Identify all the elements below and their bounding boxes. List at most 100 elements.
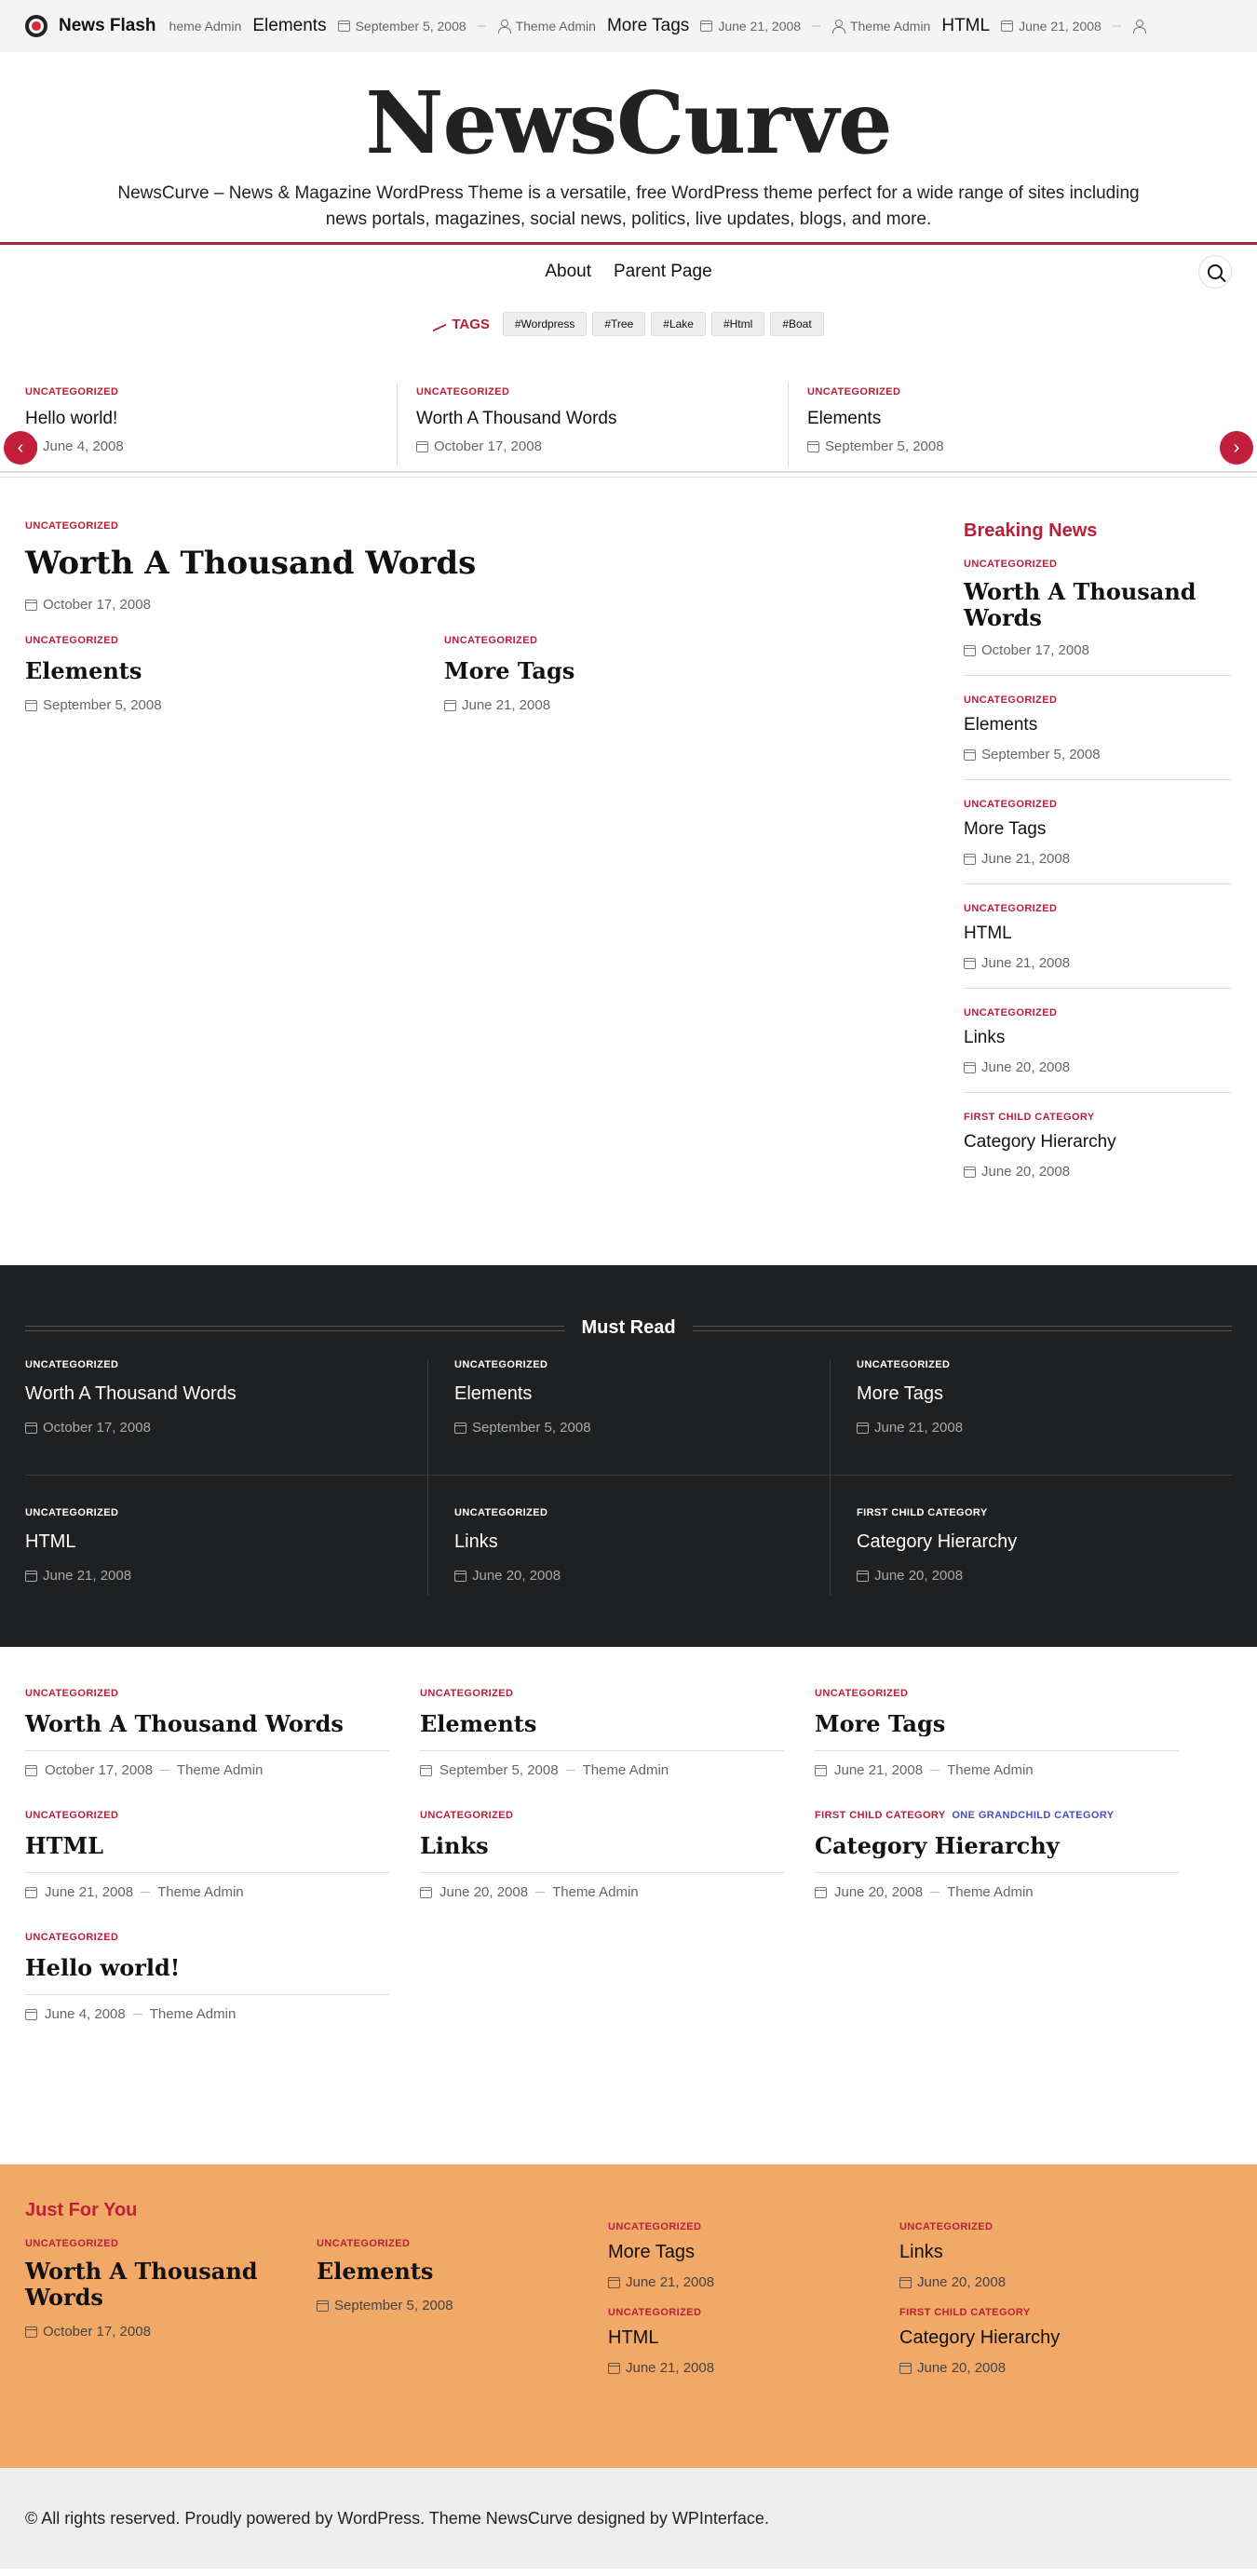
category-label[interactable]: UNCATEGORIZED	[608, 2307, 899, 2318]
post-date: June 21, 2008	[608, 2274, 899, 2290]
category-label[interactable]: UNCATEGORIZED	[964, 799, 1232, 810]
category-label[interactable]: UNCATEGORIZED	[857, 1359, 1213, 1370]
category-label[interactable]: UNCATEGORIZED	[454, 1507, 811, 1518]
category-label[interactable]: UNCATEGORIZED	[25, 520, 863, 532]
category-label[interactable]: UNCATEGORIZED	[25, 1932, 118, 1943]
post-title[interactable]: HTML	[608, 2327, 899, 2349]
post-title[interactable]: Elements	[25, 657, 444, 684]
post-title[interactable]: Category Hierarchy	[964, 1132, 1232, 1153]
calendar-icon	[337, 20, 350, 32]
category-label[interactable]: UNCATEGORIZED	[444, 635, 863, 646]
nav-item-parent-page[interactable]: Parent Page	[614, 262, 712, 282]
search-button[interactable]	[1198, 255, 1232, 289]
post-author[interactable]: Theme Admin	[552, 1884, 639, 1900]
category-label[interactable]: UNCATEGORIZED	[815, 1688, 908, 1699]
post-title[interactable]: More Tags	[608, 2242, 899, 2263]
post-title[interactable]: Elements	[964, 715, 1232, 735]
post-title[interactable]: Category Hierarchy	[899, 2327, 1191, 2349]
post-author[interactable]: Theme Admin	[150, 2006, 237, 2022]
slide-title[interactable]: Hello world!	[25, 409, 378, 429]
calendar-icon	[964, 644, 976, 656]
post-title[interactable]: More Tags	[964, 819, 1232, 840]
post-title[interactable]: Worth A Thousand Words	[25, 1710, 390, 1751]
post-title[interactable]: HTML	[25, 1832, 390, 1873]
post-title[interactable]: Worth A Thousand Words	[964, 579, 1232, 631]
tag-link[interactable]: #Html	[710, 312, 765, 336]
category-label[interactable]: UNCATEGORIZED	[964, 559, 1232, 570]
category-label[interactable]: UNCATEGORIZED	[25, 1688, 118, 1699]
category-label[interactable]: UNCATEGORIZED	[25, 1810, 118, 1821]
category-label[interactable]: UNCATEGORIZED	[420, 1688, 513, 1699]
category-label[interactable]: UNCATEGORIZED	[25, 1359, 409, 1370]
ticker-title[interactable]: Elements	[252, 16, 326, 36]
post-title[interactable]: HTML	[964, 924, 1232, 944]
post-title[interactable]: Elements	[317, 2259, 608, 2285]
calendar-icon	[420, 1764, 432, 1776]
post-title[interactable]: Links	[964, 1028, 1232, 1048]
ticker-author[interactable]: Theme Admin	[497, 19, 596, 34]
ticker-author[interactable]: Theme Admin	[831, 19, 930, 34]
tag-link[interactable]: #Tree	[592, 312, 646, 336]
post-date: June 20, 2008	[857, 1568, 1213, 1584]
site-tagline: NewsCurve – News & Magazine WordPress Th…	[117, 183, 1140, 229]
slide-title[interactable]: Elements	[807, 409, 1161, 429]
post-date: June 20, 2008	[454, 1568, 811, 1584]
post-title[interactable]: Category Hierarchy	[815, 1832, 1180, 1873]
category-label[interactable]: UNCATEGORIZED	[807, 386, 1161, 398]
category-label[interactable]: UNCATEGORIZED	[317, 2238, 608, 2249]
ticker-title[interactable]: More Tags	[607, 16, 689, 36]
calendar-icon	[454, 1570, 466, 1582]
category-label[interactable]: ONE GRANDCHILD CATEGORY	[952, 1810, 1114, 1821]
category-label[interactable]: FIRST CHILD CATEGORY	[857, 1507, 1213, 1518]
post-author[interactable]: Theme Admin	[157, 1884, 244, 1900]
post-title[interactable]: Worth A Thousand Words	[25, 1383, 409, 1405]
tag-link[interactable]: #Lake	[651, 312, 706, 336]
post-title[interactable]: More Tags	[815, 1710, 1180, 1751]
post-author[interactable]: Theme Admin	[177, 1762, 264, 1778]
category-label[interactable]: FIRST CHILD CATEGORY	[815, 1810, 945, 1821]
ticker-title[interactable]: HTML	[941, 16, 990, 36]
calendar-icon	[25, 1422, 37, 1434]
category-label[interactable]: FIRST CHILD CATEGORY	[899, 2307, 1191, 2318]
category-label[interactable]: UNCATEGORIZED	[899, 2221, 1191, 2232]
post-title[interactable]: Worth A Thousand Words	[25, 2259, 317, 2311]
tag-link[interactable]: #Boat	[770, 312, 824, 336]
must-read-item: UNCATEGORIZED More Tags June 21, 2008	[830, 1359, 1232, 1475]
slide-title[interactable]: Worth A Thousand Words	[416, 409, 769, 429]
category-label[interactable]: UNCATEGORIZED	[25, 2238, 317, 2249]
nav-item-about[interactable]: About	[545, 262, 591, 282]
category-label[interactable]: UNCATEGORIZED	[964, 1007, 1232, 1018]
category-label[interactable]: UNCATEGORIZED	[454, 1359, 811, 1370]
category-label[interactable]: UNCATEGORIZED	[25, 386, 378, 398]
category-label[interactable]: UNCATEGORIZED	[25, 635, 444, 646]
category-label[interactable]: UNCATEGORIZED	[25, 1507, 409, 1518]
post-title[interactable]: More Tags	[857, 1383, 1213, 1405]
ticker-author[interactable]	[1132, 20, 1146, 34]
category-label[interactable]: UNCATEGORIZED	[416, 386, 769, 398]
post-author[interactable]: Theme Admin	[947, 1762, 1034, 1778]
site-title[interactable]: NewsCurve	[0, 71, 1257, 175]
post-title[interactable]: Hello world!	[25, 1954, 390, 1995]
post-title[interactable]: More Tags	[444, 657, 863, 684]
post-title[interactable]: Links	[454, 1531, 811, 1553]
category-label[interactable]: UNCATEGORIZED	[420, 1810, 513, 1821]
category-label[interactable]: UNCATEGORIZED	[964, 903, 1232, 914]
post-title[interactable]: Elements	[420, 1710, 785, 1751]
post-title[interactable]: Links	[899, 2242, 1191, 2263]
post-author[interactable]: Theme Admin	[947, 1884, 1034, 1900]
post-title[interactable]: Category Hierarchy	[857, 1531, 1213, 1553]
category-label[interactable]: UNCATEGORIZED	[964, 695, 1232, 706]
tag-link[interactable]: #Wordpress	[502, 312, 588, 336]
post-date: June 20, 2008	[439, 1884, 529, 1900]
ticker-author[interactable]: heme Admin	[169, 19, 242, 34]
category-label[interactable]: FIRST CHILD CATEGORY	[964, 1112, 1232, 1123]
ticker-date: September 5, 2008	[337, 19, 466, 34]
slider-next-button[interactable]: ›	[1220, 431, 1253, 465]
post-title[interactable]: Links	[420, 1832, 785, 1873]
category-label[interactable]: UNCATEGORIZED	[608, 2221, 899, 2232]
post-title[interactable]: Elements	[454, 1383, 811, 1405]
post-author[interactable]: Theme Admin	[583, 1762, 669, 1778]
featured-title[interactable]: Worth A Thousand Words	[25, 545, 863, 582]
slider-prev-button[interactable]: ‹	[4, 431, 37, 465]
post-title[interactable]: HTML	[25, 1531, 409, 1553]
